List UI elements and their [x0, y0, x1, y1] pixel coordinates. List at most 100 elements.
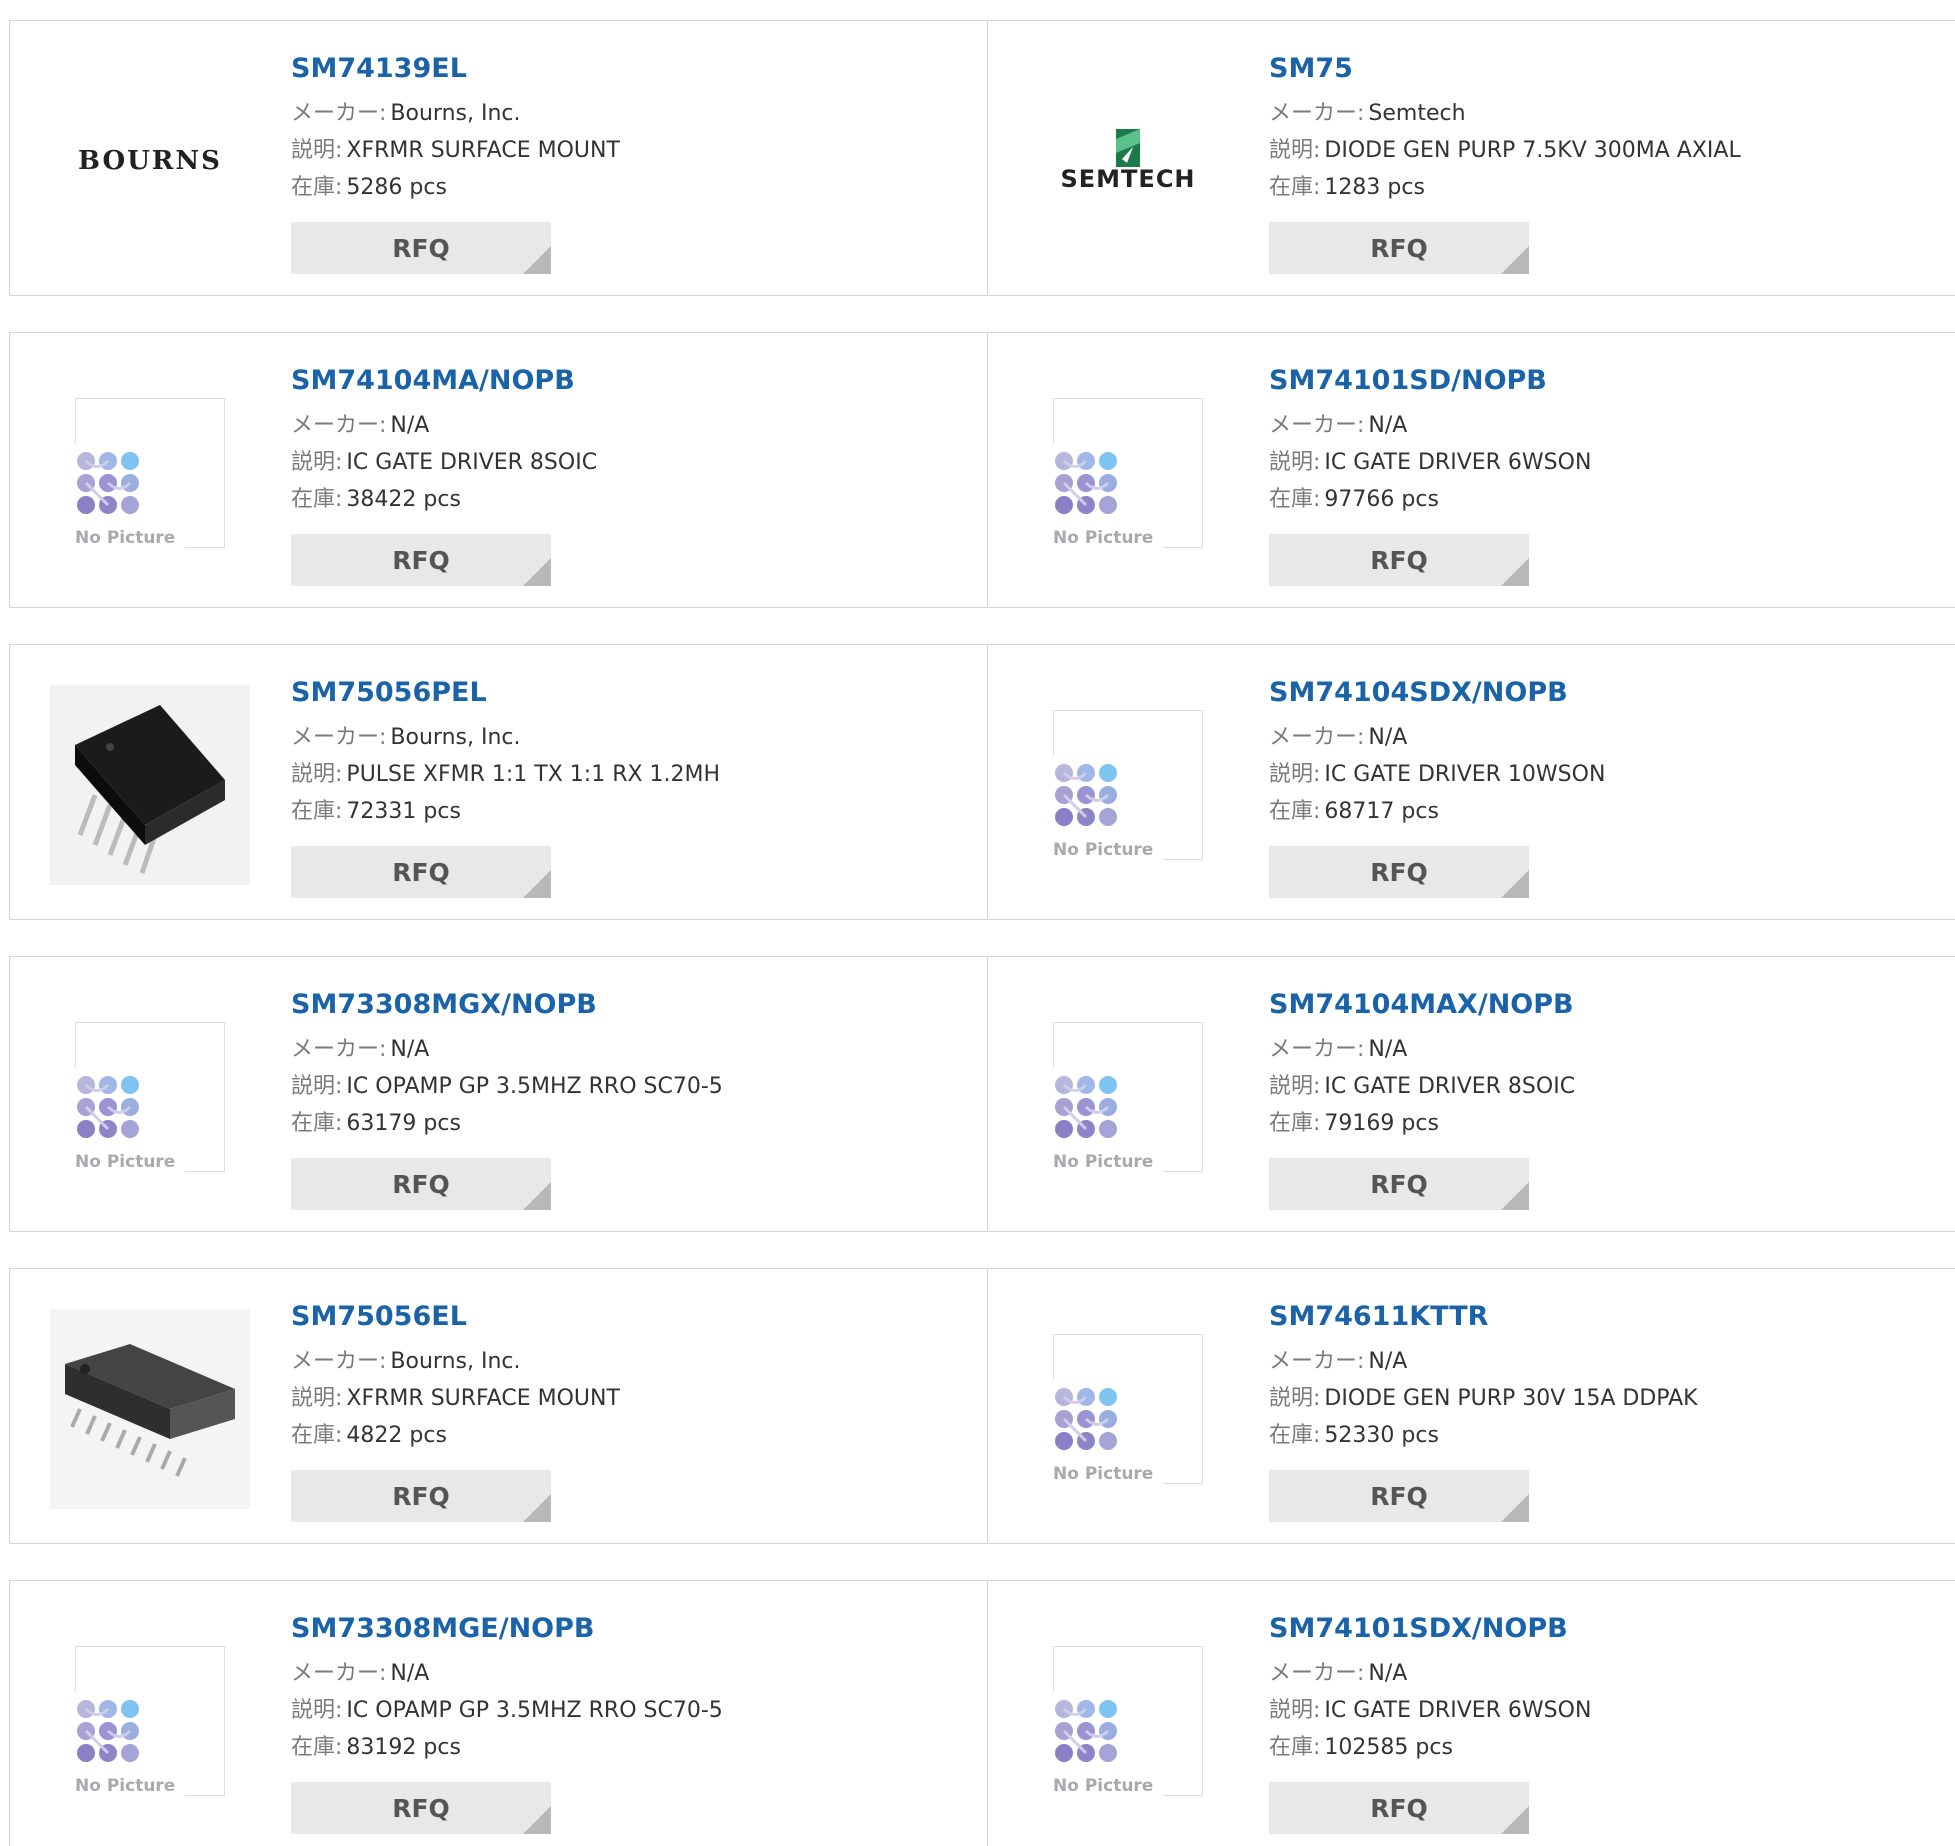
maker-label: メーカー:	[291, 413, 387, 438]
description-label: 説明:	[291, 1074, 343, 1099]
product-info: SM73308MGX/NOPB メーカー: N/A 説明: IC OPAMP GP …	[291, 985, 723, 1142]
product-info: SM75056EL メーカー: Bourns, Inc. 説明: XFRMR SUR…	[291, 1297, 620, 1454]
product-image[interactable]: No Picture	[1028, 685, 1228, 885]
product-image[interactable]	[50, 1309, 250, 1509]
description-line: 説明: IC GATE DRIVER 6WSON	[1269, 1692, 1591, 1729]
rfq-button[interactable]: RFQ	[291, 1782, 551, 1834]
description-value: IC GATE DRIVER 6WSON	[1324, 1698, 1592, 1723]
rfq-button[interactable]: RFQ	[1269, 1158, 1529, 1210]
product-image[interactable]: SEMTECH	[1028, 61, 1228, 261]
rfq-button[interactable]: RFQ	[1269, 222, 1529, 274]
product-card: No Picture SM74104SDX/NOPB メーカー: N/A 説明: I…	[988, 645, 1955, 919]
maker-line: メーカー: Bourns, Inc.	[291, 719, 720, 756]
description-label: 説明:	[291, 450, 343, 475]
rfq-button[interactable]: RFQ	[1269, 534, 1529, 586]
part-number-link[interactable]: SM74101SDX/NOPB	[1269, 1609, 1591, 1649]
description-value: IC OPAMP GP 3.5MHZ RRO SC70-5	[346, 1074, 723, 1099]
part-number-link[interactable]: SM74104MA/NOPB	[291, 361, 597, 401]
no-picture-placeholder: No Picture	[1053, 1646, 1203, 1796]
stock-line: 在庫: 38422 pcs	[291, 481, 597, 518]
rfq-button[interactable]: RFQ	[291, 1158, 551, 1210]
description-line: 説明: PULSE XFMR 1:1 TX 1:1 RX 1.2MH	[291, 756, 720, 793]
stock-label: 在庫:	[291, 487, 343, 512]
product-card: No Picture SM74101SDX/NOPB メーカー: N/A 説明: I…	[988, 1581, 1955, 1846]
no-picture-label: No Picture	[1053, 840, 1154, 860]
product-info: SM75056PEL メーカー: Bourns, Inc. 説明: PULSE XF…	[291, 673, 720, 830]
rfq-button[interactable]: RFQ	[291, 222, 551, 274]
no-picture-label: No Picture	[75, 1152, 176, 1172]
stock-label: 在庫:	[291, 1423, 343, 1448]
maker-line: メーカー: Bourns, Inc.	[291, 95, 620, 132]
product-image[interactable]	[50, 685, 250, 885]
stock-label: 在庫:	[1269, 175, 1321, 200]
product-row: No Picture SM74104MA/NOPB メーカー: N/A 説明: IC…	[9, 332, 1955, 608]
rfq-button[interactable]: RFQ	[1269, 1470, 1529, 1522]
product-image[interactable]: No Picture	[50, 997, 250, 1197]
no-picture-label: No Picture	[75, 1776, 176, 1796]
stock-label: 在庫:	[291, 175, 343, 200]
product-row: SM75056PEL メーカー: Bourns, Inc. 説明: PULSE XF…	[9, 644, 1955, 920]
product-card: No Picture SM73308MGE/NOPB メーカー: N/A 説明: I…	[10, 1581, 988, 1846]
rfq-button[interactable]: RFQ	[1269, 846, 1529, 898]
rfq-label: RFQ	[1370, 1169, 1428, 1199]
description-line: 説明: XFRMR SURFACE MOUNT	[291, 1380, 620, 1417]
rfq-label: RFQ	[1370, 545, 1428, 575]
no-picture-label: No Picture	[1053, 1464, 1154, 1484]
product-row: SM75056EL メーカー: Bourns, Inc. 説明: XFRMR SUR…	[9, 1268, 1955, 1544]
transformer-photo	[50, 685, 250, 885]
no-picture-placeholder: No Picture	[1053, 1334, 1203, 1484]
description-line: 説明: IC OPAMP GP 3.5MHZ RRO SC70-5	[291, 1692, 723, 1729]
maker-line: メーカー: N/A	[291, 407, 597, 444]
part-number-link[interactable]: SM74104SDX/NOPB	[1269, 673, 1605, 713]
description-value: IC GATE DRIVER 6WSON	[1324, 450, 1592, 475]
product-info: SM73308MGE/NOPB メーカー: N/A 説明: IC OPAMP GP …	[291, 1609, 723, 1766]
maker-label: メーカー:	[1269, 725, 1365, 750]
product-image[interactable]: No Picture	[50, 1621, 250, 1821]
rfq-label: RFQ	[392, 545, 450, 575]
part-number-link[interactable]: SM73308MGX/NOPB	[291, 985, 723, 1025]
part-number-link[interactable]: SM75	[1269, 49, 1741, 89]
part-number-link[interactable]: SM75056EL	[291, 1297, 620, 1337]
rfq-label: RFQ	[392, 1481, 450, 1511]
product-image[interactable]: No Picture	[1028, 1309, 1228, 1509]
product-image[interactable]: BOURNS	[50, 61, 250, 261]
maker-value: Bourns, Inc.	[390, 101, 521, 126]
rfq-button[interactable]: RFQ	[291, 534, 551, 586]
stock-value: 4822 pcs	[346, 1423, 447, 1448]
product-card: SM75056EL メーカー: Bourns, Inc. 説明: XFRMR SUR…	[10, 1269, 988, 1543]
description-label: 説明:	[291, 1698, 343, 1723]
stock-label: 在庫:	[1269, 487, 1321, 512]
product-card: No Picture SM74611KTTR メーカー: N/A 説明: DIODE…	[988, 1269, 1955, 1543]
description-value: XFRMR SURFACE MOUNT	[346, 138, 620, 163]
maker-label: メーカー:	[1269, 1349, 1365, 1374]
part-number-link[interactable]: SM75056PEL	[291, 673, 720, 713]
product-image[interactable]: No Picture	[1028, 997, 1228, 1197]
no-picture-placeholder: No Picture	[75, 398, 225, 548]
rfq-button[interactable]: RFQ	[1269, 1782, 1529, 1834]
part-number-link[interactable]: SM74139EL	[291, 49, 620, 89]
product-image[interactable]: No Picture	[1028, 373, 1228, 573]
part-number-link[interactable]: SM74611KTTR	[1269, 1297, 1698, 1337]
no-picture-dots-icon	[77, 452, 139, 514]
stock-label: 在庫:	[291, 799, 343, 824]
maker-line: メーカー: N/A	[1269, 1655, 1591, 1692]
rfq-label: RFQ	[392, 233, 450, 263]
rfq-label: RFQ	[1370, 857, 1428, 887]
maker-label: メーカー:	[291, 101, 387, 126]
product-image[interactable]: No Picture	[50, 373, 250, 573]
part-number-link[interactable]: SM74104MAX/NOPB	[1269, 985, 1575, 1025]
product-info: SM74139EL メーカー: Bourns, Inc. 説明: XFRMR SUR…	[291, 49, 620, 206]
product-image[interactable]: No Picture	[1028, 1621, 1228, 1821]
description-label: 説明:	[291, 762, 343, 787]
rfq-button[interactable]: RFQ	[291, 1470, 551, 1522]
description-value: XFRMR SURFACE MOUNT	[346, 1386, 620, 1411]
rfq-button[interactable]: RFQ	[291, 846, 551, 898]
stock-line: 在庫: 83192 pcs	[291, 1729, 723, 1766]
stock-label: 在庫:	[1269, 799, 1321, 824]
stock-line: 在庫: 72331 pcs	[291, 793, 720, 830]
semtech-logo: SEMTECH	[1060, 129, 1195, 193]
no-picture-dots-icon	[77, 1700, 139, 1762]
part-number-link[interactable]: SM74101SD/NOPB	[1269, 361, 1591, 401]
rfq-label: RFQ	[392, 857, 450, 887]
part-number-link[interactable]: SM73308MGE/NOPB	[291, 1609, 723, 1649]
